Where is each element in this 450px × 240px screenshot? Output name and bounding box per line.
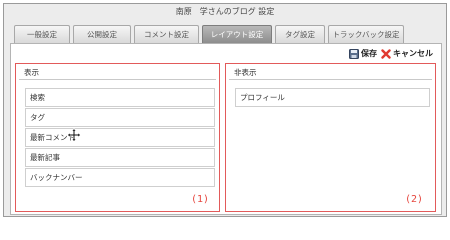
- cancel-button[interactable]: キャンセル: [381, 48, 433, 59]
- floppy-disk-icon: [349, 48, 359, 59]
- window-title: 南原 学さんのブログ 設定: [175, 7, 275, 16]
- layout-settings-panel: 保存 キャンセル 表示 検索 タグ 最新コメント 最新記事 バックナンバー (1…: [10, 43, 442, 215]
- widget-tags[interactable]: タグ: [25, 108, 215, 127]
- shown-column-marker: (1): [190, 194, 209, 205]
- tab-trackback-settings[interactable]: トラックバック設定: [328, 25, 404, 43]
- red-x-icon: [381, 48, 391, 59]
- hidden-column-marker: (2): [404, 194, 423, 205]
- shown-widgets-column: 表示 検索 タグ 最新コメント 最新記事 バックナンバー (1): [15, 63, 220, 212]
- hidden-widgets-column: 非表示 プロフィール (2): [225, 63, 436, 212]
- widget-back-numbers[interactable]: バックナンバー: [25, 168, 215, 187]
- tab-bar: 一般設定 公開設定 コメント設定 レイアウト設定 タグ設定 トラックバック設定: [10, 25, 442, 43]
- widget-recent-posts[interactable]: 最新記事: [25, 148, 215, 167]
- shown-widget-list: 検索 タグ 最新コメント 最新記事 バックナンバー: [25, 88, 215, 188]
- tab-layout-settings[interactable]: レイアウト設定: [202, 25, 272, 43]
- hidden-column-header: 非表示: [229, 66, 432, 80]
- save-button[interactable]: 保存: [349, 48, 377, 59]
- move-cursor-icon: [67, 128, 81, 142]
- settings-dialog: 南原 学さんのブログ 設定 一般設定 公開設定 コメント設定 レイアウト設定 タ…: [3, 3, 447, 217]
- cancel-label: キャンセル: [393, 49, 433, 58]
- tab-general-settings[interactable]: 一般設定: [14, 25, 70, 43]
- toolbar: 保存 キャンセル: [349, 48, 433, 59]
- widget-recent-comments[interactable]: 最新コメント: [25, 128, 215, 147]
- hidden-widget-list: プロフィール: [235, 88, 430, 108]
- tab-publish-settings[interactable]: 公開設定: [73, 25, 131, 43]
- save-label: 保存: [361, 49, 377, 58]
- tab-tag-settings[interactable]: タグ設定: [275, 25, 325, 43]
- widget-profile[interactable]: プロフィール: [235, 88, 430, 107]
- widget-search[interactable]: 検索: [25, 88, 215, 107]
- shown-column-header: 表示: [19, 66, 216, 80]
- tab-comment-settings[interactable]: コメント設定: [134, 25, 199, 43]
